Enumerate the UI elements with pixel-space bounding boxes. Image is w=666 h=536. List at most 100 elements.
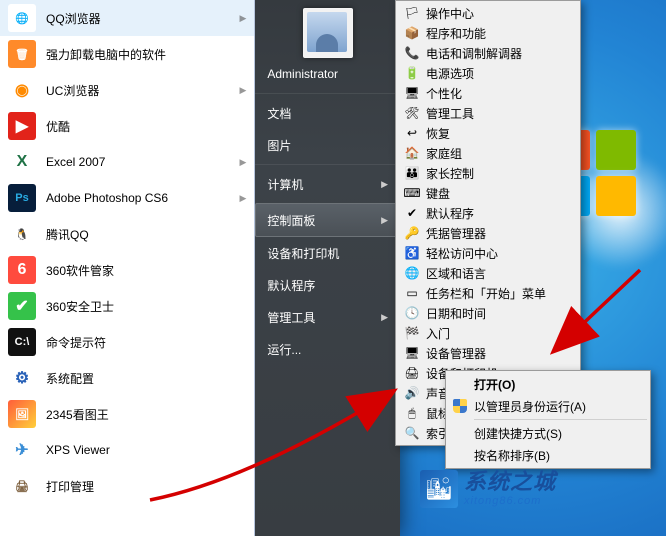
start-right-label: 设备和打印机 xyxy=(267,245,339,262)
control-panel-item[interactable]: 🏳操作中心 xyxy=(398,3,578,23)
app-item[interactable]: XExcel 2007▶ xyxy=(0,144,254,180)
app-label: 强力卸载电脑中的软件 xyxy=(46,46,166,63)
control-panel-item-label: 区域和语言 xyxy=(426,265,486,282)
control-panel-item-label: 入门 xyxy=(426,325,450,342)
control-panel-item[interactable]: 🖥个性化 xyxy=(398,83,578,103)
start-right-label: 管理工具 xyxy=(267,309,315,326)
user-avatar[interactable] xyxy=(303,8,353,58)
start-right-item[interactable]: Administrator xyxy=(255,58,400,90)
control-panel-item-icon: 🖥 xyxy=(404,85,420,101)
control-panel-item[interactable]: ✔ 默认程序 xyxy=(398,203,578,223)
app-item[interactable]: ▶优酷 xyxy=(0,108,254,144)
context-menu-item[interactable]: 按名称排序(B) xyxy=(448,444,648,466)
control-panel-item-icon: ⌨ xyxy=(404,185,420,201)
control-panel-item[interactable]: 🛠管理工具 xyxy=(398,103,578,123)
watermark-text-en: xitong86.com xyxy=(464,496,556,507)
start-right-label: 控制面板 xyxy=(267,212,315,229)
app-item[interactable]: 🌐 QQ浏览器 ▶ xyxy=(0,0,254,36)
app-item[interactable]: 🖨打印管理 xyxy=(0,468,254,504)
app-label: 腾讯QQ xyxy=(46,226,89,243)
app-item[interactable]: 🗑强力卸载电脑中的软件 xyxy=(0,36,254,72)
app-label: Excel 2007 xyxy=(46,155,105,169)
app-icon: C:\ xyxy=(8,328,36,356)
control-panel-item-icon: 🔍 xyxy=(404,425,420,441)
app-label: UC浏览器 xyxy=(46,82,99,99)
control-panel-item-icon: 🛠 xyxy=(404,105,420,121)
control-panel-item[interactable]: 🖥设备管理器 xyxy=(398,343,578,363)
app-icon: 🌐 xyxy=(8,4,36,32)
control-panel-item[interactable]: 🏠家庭组 xyxy=(398,143,578,163)
control-panel-item[interactable]: ▭任务栏和「开始」菜单 xyxy=(398,283,578,303)
context-menu: 打开(O)以管理员身份运行(A) 创建快捷方式(S) 按名称排序(B) xyxy=(445,370,651,469)
app-label: Adobe Photoshop CS6 xyxy=(46,191,168,205)
app-label: 打印管理 xyxy=(46,478,94,495)
app-icon: ◉ xyxy=(8,76,36,104)
app-item[interactable]: ✔360安全卫士 xyxy=(0,288,254,324)
control-panel-item-label: 凭据管理器 xyxy=(426,225,486,242)
app-icon: 🐧 xyxy=(8,220,36,248)
app-item[interactable]: C:\ 命令提示符 xyxy=(0,324,254,360)
start-right-label: 运行... xyxy=(267,341,301,358)
control-panel-item[interactable]: ♿轻松访问中心 xyxy=(398,243,578,263)
start-right-item[interactable]: 文档 xyxy=(255,93,400,129)
submenu-arrow-icon: ▶ xyxy=(239,157,246,168)
control-panel-item-label: 设备管理器 xyxy=(426,345,486,362)
control-panel-item-icon: ✔ xyxy=(404,205,420,221)
app-item[interactable]: 🐧 腾讯QQ xyxy=(0,216,254,252)
watermark-text-cn: 系统之城 xyxy=(464,471,556,493)
control-panel-item-icon: 📦 xyxy=(404,25,420,41)
start-right-item[interactable]: 运行... xyxy=(255,333,400,365)
submenu-arrow-icon: ▶ xyxy=(239,193,246,204)
control-panel-item[interactable]: ⌨ 键盘 xyxy=(398,183,578,203)
control-panel-item-label: 家庭组 xyxy=(426,145,462,162)
app-item[interactable]: ◉ UC浏览器 ▶ xyxy=(0,72,254,108)
start-right-item[interactable]: 默认程序 xyxy=(255,269,400,301)
control-panel-item[interactable]: 📞电话和调制解调器 xyxy=(398,43,578,63)
control-panel-item-icon: 🔋 xyxy=(404,65,420,81)
app-label: 优酷 xyxy=(46,118,70,135)
app-item[interactable]: ✈XPS Viewer xyxy=(0,432,254,468)
app-label: 命令提示符 xyxy=(46,334,106,351)
start-right-item[interactable]: 设备和打印机 xyxy=(255,237,400,269)
control-panel-item-label: 键盘 xyxy=(426,185,450,202)
start-menu: 🌐QQ浏览器▶🗑强力卸载电脑中的软件◉UC浏览器▶▶优酷XExcel 2007▶… xyxy=(0,0,400,536)
app-item[interactable]: PsAdobe Photoshop CS6▶ xyxy=(0,180,254,216)
app-item[interactable]: 6360软件管家 xyxy=(0,252,254,288)
start-right-item[interactable]: 控制面板▶ xyxy=(255,203,400,237)
control-panel-item[interactable]: 🏁入门 xyxy=(398,323,578,343)
control-panel-item-label: 电源选项 xyxy=(426,65,474,82)
context-menu-item[interactable]: 创建快捷方式(S) xyxy=(448,422,648,444)
start-right-item[interactable]: 管理工具▶ xyxy=(255,301,400,333)
control-panel-item[interactable]: 📦 程序和功能 xyxy=(398,23,578,43)
app-item[interactable]: 🖼 2345看图王 xyxy=(0,396,254,432)
control-panel-item[interactable]: ↩恢复 xyxy=(398,123,578,143)
app-label: 2345看图王 xyxy=(46,406,109,423)
control-panel-item-icon: ♿ xyxy=(404,245,420,261)
context-menu-item[interactable]: 打开(O) xyxy=(448,373,648,395)
start-right-item[interactable]: 图片 xyxy=(255,129,400,161)
app-label: QQ浏览器 xyxy=(46,10,101,27)
context-menu-item[interactable]: 以管理员身份运行(A) xyxy=(448,395,648,417)
control-panel-item-label: 默认程序 xyxy=(426,205,474,222)
control-panel-item[interactable]: 👪家长控制 xyxy=(398,163,578,183)
watermark-logo-icon: 🏙 xyxy=(420,470,458,508)
submenu-arrow-icon: ▶ xyxy=(239,13,246,24)
control-panel-item-icon: 👪 xyxy=(404,165,420,181)
control-panel-item-icon: 🕓 xyxy=(404,305,420,321)
control-panel-item-label: 电话和调制解调器 xyxy=(426,45,522,62)
control-panel-item[interactable]: 🕓日期和时间 xyxy=(398,303,578,323)
control-panel-item-label: 程序和功能 xyxy=(426,25,486,42)
control-panel-item[interactable]: 🔋 电源选项 xyxy=(398,63,578,83)
control-panel-item[interactable]: 🌐区域和语言 xyxy=(398,263,578,283)
uac-shield-icon xyxy=(453,399,467,413)
start-right-item[interactable]: 计算机▶ xyxy=(255,164,400,200)
context-menu-label: 创建快捷方式(S) xyxy=(474,425,562,442)
app-label: 360安全卫士 xyxy=(46,298,114,315)
submenu-arrow-icon: ▶ xyxy=(239,85,246,96)
control-panel-item-icon: 🖱 xyxy=(404,405,420,421)
control-panel-item-icon: ▭ xyxy=(404,285,420,301)
control-panel-item[interactable]: 🔑凭据管理器 xyxy=(398,223,578,243)
app-icon: 6 xyxy=(8,256,36,284)
app-icon: 🖼 xyxy=(8,400,36,428)
app-item[interactable]: ⚙系统配置 xyxy=(0,360,254,396)
